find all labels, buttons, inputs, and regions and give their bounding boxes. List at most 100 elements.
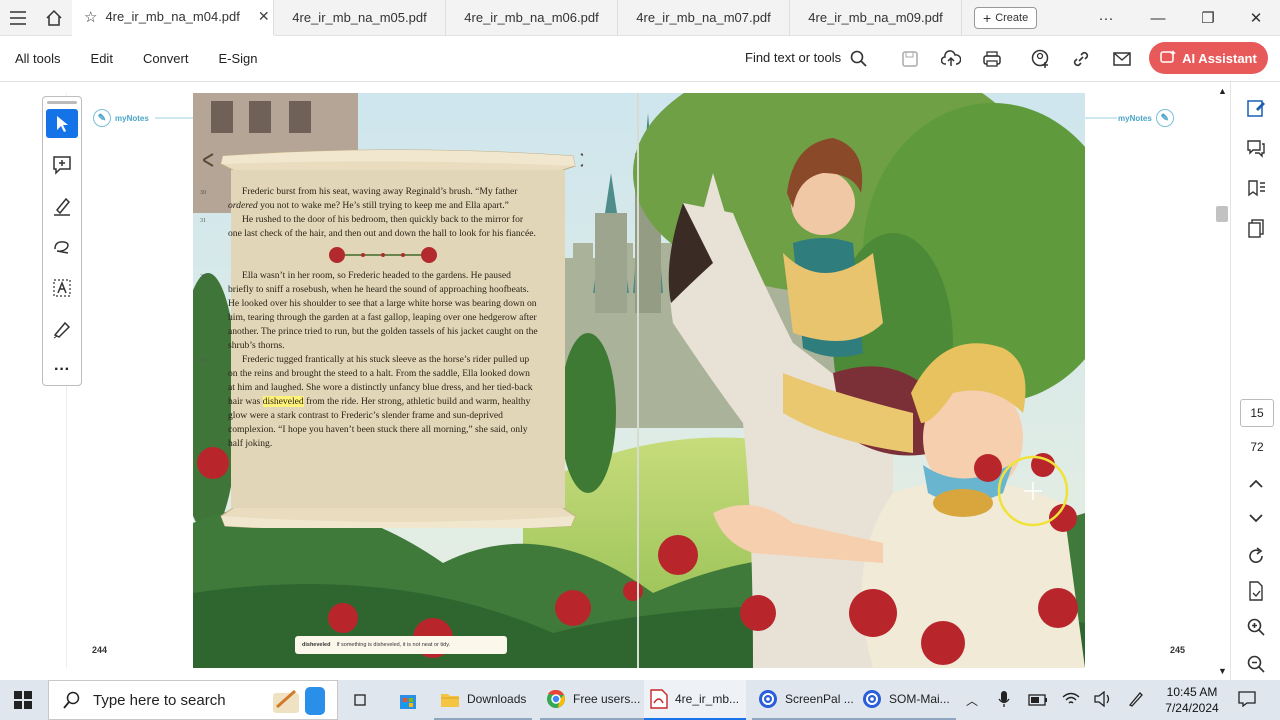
- search-highlight-icon: [273, 687, 325, 715]
- microphone-icon[interactable]: [998, 690, 1010, 713]
- scroll-down-icon[interactable]: ▼: [1218, 666, 1227, 676]
- tab-m06[interactable]: 4re_ir_mb_na_m06.pdf: [446, 0, 618, 36]
- find-text-label[interactable]: Find text or tools: [745, 50, 841, 65]
- taskbar-app-screenpal[interactable]: ScreenPal ...: [752, 680, 860, 720]
- wifi-icon[interactable]: [1062, 691, 1080, 712]
- app-label: 4re_ir_mb...: [675, 692, 740, 706]
- mynotes-left[interactable]: ✎ myNotes: [93, 109, 149, 127]
- tab-m05[interactable]: 4re_ir_mb_na_m05.pdf: [274, 0, 446, 36]
- taskbar-search[interactable]: Type here to search: [48, 680, 338, 720]
- tab-m09[interactable]: 4re_ir_mb_na_m09.pdf: [790, 0, 962, 36]
- mynotes-line-left: [155, 117, 193, 119]
- windows-taskbar: Type here to search Downloads Free users…: [0, 680, 1280, 720]
- pencil-icon: ✎: [1155, 109, 1174, 127]
- menu-convert[interactable]: Convert: [128, 51, 204, 66]
- taskbar-app-chrome[interactable]: Free users...: [540, 680, 647, 720]
- ai-sparkle-icon: [1160, 49, 1177, 68]
- menu-edit[interactable]: Edit: [76, 51, 128, 66]
- print-icon[interactable]: [979, 46, 1005, 72]
- paragraph-text: He rushed to the door of his bedroom, th…: [228, 214, 536, 239]
- create-label: Create: [995, 11, 1029, 24]
- tab-label: 4re_ir_mb_na_m04.pdf: [105, 9, 240, 24]
- bookmarks-icon[interactable]: [1244, 176, 1268, 200]
- tab-m04[interactable]: ☆ 4re_ir_mb_na_m04.pdf ✕: [72, 0, 274, 36]
- highlighted-word[interactable]: disheveled: [262, 396, 304, 407]
- taskbar-app-acrobat[interactable]: 4re_ir_mb...: [644, 680, 746, 720]
- close-icon[interactable]: ✕: [258, 8, 270, 25]
- select-tool-icon[interactable]: [46, 109, 78, 139]
- tab-m07[interactable]: 4re_ir_mb_na_m07.pdf: [618, 0, 790, 36]
- upload-cloud-icon[interactable]: [938, 46, 964, 72]
- chrome-icon: [547, 689, 565, 708]
- rose-divider: [228, 241, 538, 269]
- paragraph-30: 30 Frederic burst from his seat, waving …: [200, 185, 538, 213]
- page-number-right: 245: [1170, 645, 1186, 655]
- mynotes-right[interactable]: myNotes ✎: [1118, 109, 1174, 127]
- scroll-page-down-icon[interactable]: [1244, 506, 1268, 530]
- task-view-icon[interactable]: [348, 680, 372, 720]
- page-info-icon[interactable]: [1244, 579, 1268, 603]
- mynotes-label: myNotes: [1118, 113, 1152, 123]
- email-icon[interactable]: [1109, 46, 1135, 72]
- scroll-up-icon[interactable]: ▲: [1218, 86, 1227, 96]
- emphasis-text: ordered: [228, 200, 258, 211]
- star-icon[interactable]: ☆: [84, 8, 97, 26]
- microsoft-store-icon[interactable]: [392, 680, 424, 720]
- drag-handle[interactable]: [47, 101, 77, 104]
- pdf-file-icon: [650, 689, 668, 709]
- mynotes-label: myNotes: [115, 113, 149, 123]
- menu-esign[interactable]: E-Sign: [203, 51, 272, 66]
- page-number-left: 244: [92, 645, 108, 655]
- vertical-scrollbar[interactable]: ▲ ▼: [1214, 82, 1230, 680]
- menu-all-tools[interactable]: All tools: [0, 51, 76, 66]
- taskbar-app-downloads[interactable]: Downloads: [434, 680, 533, 720]
- edit-pdf-icon[interactable]: [1244, 96, 1268, 120]
- line-number: 32: [200, 274, 206, 280]
- zoom-out-icon[interactable]: [1244, 652, 1268, 676]
- draw-freehand-icon[interactable]: [46, 232, 78, 261]
- app-label: ScreenPal ...: [785, 692, 854, 706]
- chevron-up-icon[interactable]: ︿: [966, 692, 978, 709]
- paragraph-33: 33 Frederic tugged frantically at his st…: [200, 353, 538, 451]
- paragraph-32: 32 Ella wasn’t in her room, so Frederic …: [200, 269, 538, 353]
- folder-icon: [441, 694, 459, 707]
- notifications-icon[interactable]: [1238, 691, 1256, 712]
- pen-icon[interactable]: [1128, 691, 1144, 712]
- cursor-highlight-ring: [997, 455, 1069, 527]
- save-icon[interactable]: [897, 46, 923, 72]
- line-number: 30: [200, 190, 206, 196]
- pencil-icon: ✎: [93, 109, 111, 127]
- zoom-in-icon[interactable]: [1244, 615, 1268, 639]
- highlight-pen-icon[interactable]: [46, 191, 78, 220]
- add-comment-icon[interactable]: [46, 150, 78, 179]
- comments-icon[interactable]: [1244, 136, 1268, 160]
- system-clock[interactable]: 10:45 AM 7/24/2024: [1152, 684, 1232, 716]
- scroll-thumb[interactable]: [1216, 206, 1228, 222]
- volume-icon[interactable]: [1094, 690, 1112, 712]
- left-tool-panel: ···: [42, 96, 82, 386]
- windows-start-icon[interactable]: [14, 691, 32, 714]
- minimize-icon[interactable]: —: [1134, 0, 1182, 36]
- create-button[interactable]: + Create: [974, 6, 1038, 29]
- share-user-icon[interactable]: [1028, 46, 1054, 72]
- search-icon[interactable]: [846, 46, 872, 72]
- more-options-icon[interactable]: ···: [1082, 0, 1130, 36]
- close-window-icon[interactable]: ✕: [1232, 0, 1280, 36]
- page-thumbnails-icon[interactable]: [1244, 216, 1268, 240]
- rotate-icon[interactable]: [1244, 544, 1268, 568]
- home-icon[interactable]: [36, 0, 72, 36]
- scroll-page-up-icon[interactable]: [1244, 472, 1268, 496]
- ai-assistant-button[interactable]: AI Assistant: [1149, 42, 1268, 74]
- paragraph-text: Ella wasn’t in her room, so Frederic hea…: [228, 270, 538, 351]
- restore-icon[interactable]: ❐: [1184, 0, 1232, 36]
- current-page-input[interactable]: 15: [1240, 399, 1274, 427]
- app-label: Downloads: [467, 692, 527, 706]
- link-icon[interactable]: [1068, 46, 1094, 72]
- battery-icon[interactable]: [1028, 693, 1048, 711]
- sign-icon[interactable]: [46, 315, 78, 344]
- menu-icon[interactable]: [0, 0, 36, 36]
- more-tools-icon[interactable]: ···: [46, 356, 78, 385]
- screenpal-icon: [759, 690, 777, 708]
- taskbar-app-som[interactable]: SOM-Mai...: [856, 680, 956, 720]
- text-box-icon[interactable]: [46, 274, 78, 303]
